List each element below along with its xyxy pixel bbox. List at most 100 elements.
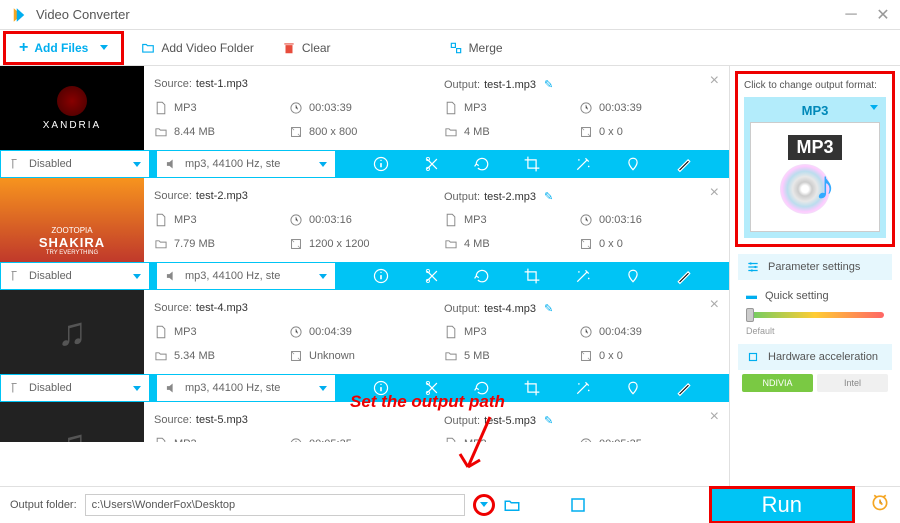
folder-icon xyxy=(154,237,168,251)
subtitle-icon xyxy=(9,381,23,395)
subtitle-dropdown[interactable]: Disabled xyxy=(0,262,150,290)
subtitle-dropdown[interactable]: Disabled xyxy=(0,150,150,178)
thumbnail[interactable]: ZOOTOPIASHAKIRATRY EVERYTHING xyxy=(0,178,144,262)
close-button[interactable]: ✕ xyxy=(876,8,890,22)
quick-label: Quick setting xyxy=(765,290,829,302)
list-item: ♫×Source:test-5.mp3Output:test-5.mp3✎MP3… xyxy=(0,402,729,442)
edit-output-name[interactable]: ✎ xyxy=(544,191,553,203)
parameter-settings-button[interactable]: Parameter settings xyxy=(738,254,892,280)
remove-item-button[interactable]: × xyxy=(710,184,719,202)
cut-tool[interactable] xyxy=(423,155,441,173)
alarm-icon[interactable] xyxy=(870,492,890,517)
hw-label: Hardware acceleration xyxy=(768,351,878,363)
clock-icon xyxy=(579,437,593,442)
resolution-icon xyxy=(579,125,593,139)
edit-output-name[interactable]: ✎ xyxy=(544,415,553,427)
resolution-icon xyxy=(579,349,593,363)
quality-slider[interactable] xyxy=(746,312,884,318)
folder-icon xyxy=(154,125,168,139)
merge-label: Merge xyxy=(469,41,503,55)
file-icon xyxy=(154,437,168,442)
file-list: XANDRIA×Source:test-1.mp3Output:test-1.m… xyxy=(0,66,730,486)
toolbar: + Add Files Add Video Folder Clear Merge xyxy=(0,30,900,66)
file-icon xyxy=(444,325,458,339)
file-icon xyxy=(154,213,168,227)
cut-tool[interactable] xyxy=(423,379,441,397)
audio-dropdown[interactable]: mp3, 44100 Hz, ste xyxy=(156,262,336,290)
caret-down-icon xyxy=(319,274,327,279)
draw-tool[interactable] xyxy=(675,379,693,397)
add-files-button[interactable]: + Add Files xyxy=(5,33,122,63)
folder-icon xyxy=(444,349,458,363)
app-title: Video Converter xyxy=(36,7,130,22)
edit-output-name[interactable]: ✎ xyxy=(544,303,553,315)
browse-button[interactable] xyxy=(569,496,587,514)
clock-icon xyxy=(289,325,303,339)
resolution-icon xyxy=(579,237,593,251)
clear-label: Clear xyxy=(302,41,331,55)
rotate-tool[interactable] xyxy=(473,379,491,397)
effect-tool[interactable] xyxy=(574,155,592,173)
watermark-tool[interactable] xyxy=(624,155,642,173)
watermark-tool[interactable] xyxy=(624,379,642,397)
audio-dropdown[interactable]: mp3, 44100 Hz, ste xyxy=(156,150,336,178)
cut-tool[interactable] xyxy=(423,267,441,285)
thumbnail[interactable]: ♫ xyxy=(0,290,144,374)
caret-down-icon xyxy=(133,386,141,391)
remove-item-button[interactable]: × xyxy=(710,408,719,426)
sidebar: Click to change output format: MP3 MP3 ♪… xyxy=(730,66,900,486)
subtitle-icon xyxy=(9,269,23,283)
slider-handle[interactable] xyxy=(746,308,754,322)
info-tool[interactable] xyxy=(372,155,390,173)
draw-tool[interactable] xyxy=(675,155,693,173)
audio-dropdown[interactable]: mp3, 44100 Hz, ste xyxy=(156,374,336,402)
clock-icon xyxy=(289,213,303,227)
add-folder-button[interactable]: Add Video Folder xyxy=(127,35,268,61)
edit-output-name[interactable]: ✎ xyxy=(544,79,553,91)
format-selector[interactable]: MP3 MP3 ♪ xyxy=(744,97,886,238)
dropdown-caret-icon xyxy=(100,45,108,50)
crop-tool[interactable] xyxy=(523,155,541,173)
format-icon: MP3 ♪ xyxy=(750,122,880,232)
effect-tool[interactable] xyxy=(574,267,592,285)
format-label: Click to change output format: xyxy=(744,80,886,91)
folder-icon xyxy=(444,125,458,139)
draw-tool[interactable] xyxy=(675,267,693,285)
thumbnail[interactable]: ♫ xyxy=(0,402,144,442)
crop-tool[interactable] xyxy=(523,267,541,285)
resolution-icon xyxy=(289,349,303,363)
minimize-button[interactable]: ─ xyxy=(844,8,858,22)
crop-tool[interactable] xyxy=(523,379,541,397)
titlebar: Video Converter ─ ✕ xyxy=(0,0,900,30)
rotate-tool[interactable] xyxy=(473,155,491,173)
info-tool[interactable] xyxy=(372,267,390,285)
clock-icon xyxy=(289,437,303,442)
plus-icon: + xyxy=(19,39,28,57)
output-folder-label: Output folder: xyxy=(10,499,77,511)
effect-tool[interactable] xyxy=(574,379,592,397)
subtitle-dropdown[interactable]: Disabled xyxy=(0,374,150,402)
nvidia-chip[interactable]: NDIVIA xyxy=(742,374,813,392)
intel-chip[interactable]: Intel xyxy=(817,374,888,392)
run-button[interactable]: Run xyxy=(712,489,852,521)
item-toolbar: Disabledmp3, 44100 Hz, ste xyxy=(0,262,729,290)
hw-chips: NDIVIA Intel xyxy=(738,374,892,392)
list-item: XANDRIA×Source:test-1.mp3Output:test-1.m… xyxy=(0,66,729,178)
hardware-accel-button[interactable]: Hardware acceleration xyxy=(738,344,892,370)
bottom-bar: Output folder: Run xyxy=(0,486,900,522)
item-toolbar: Disabledmp3, 44100 Hz, ste xyxy=(0,374,729,402)
merge-button[interactable]: Merge xyxy=(435,35,517,61)
remove-item-button[interactable]: × xyxy=(710,296,719,314)
open-folder-button[interactable] xyxy=(503,496,521,514)
watermark-tool[interactable] xyxy=(624,267,642,285)
thumbnail[interactable]: XANDRIA xyxy=(0,66,144,150)
output-path-dropdown[interactable] xyxy=(473,494,495,516)
remove-item-button[interactable]: × xyxy=(710,72,719,90)
output-folder-input[interactable] xyxy=(85,494,465,516)
caret-down-icon xyxy=(319,386,327,391)
rotate-tool[interactable] xyxy=(473,267,491,285)
mp3-badge: MP3 xyxy=(788,135,841,160)
trash-icon xyxy=(282,41,296,55)
clear-button[interactable]: Clear xyxy=(268,35,345,61)
info-tool[interactable] xyxy=(372,379,390,397)
